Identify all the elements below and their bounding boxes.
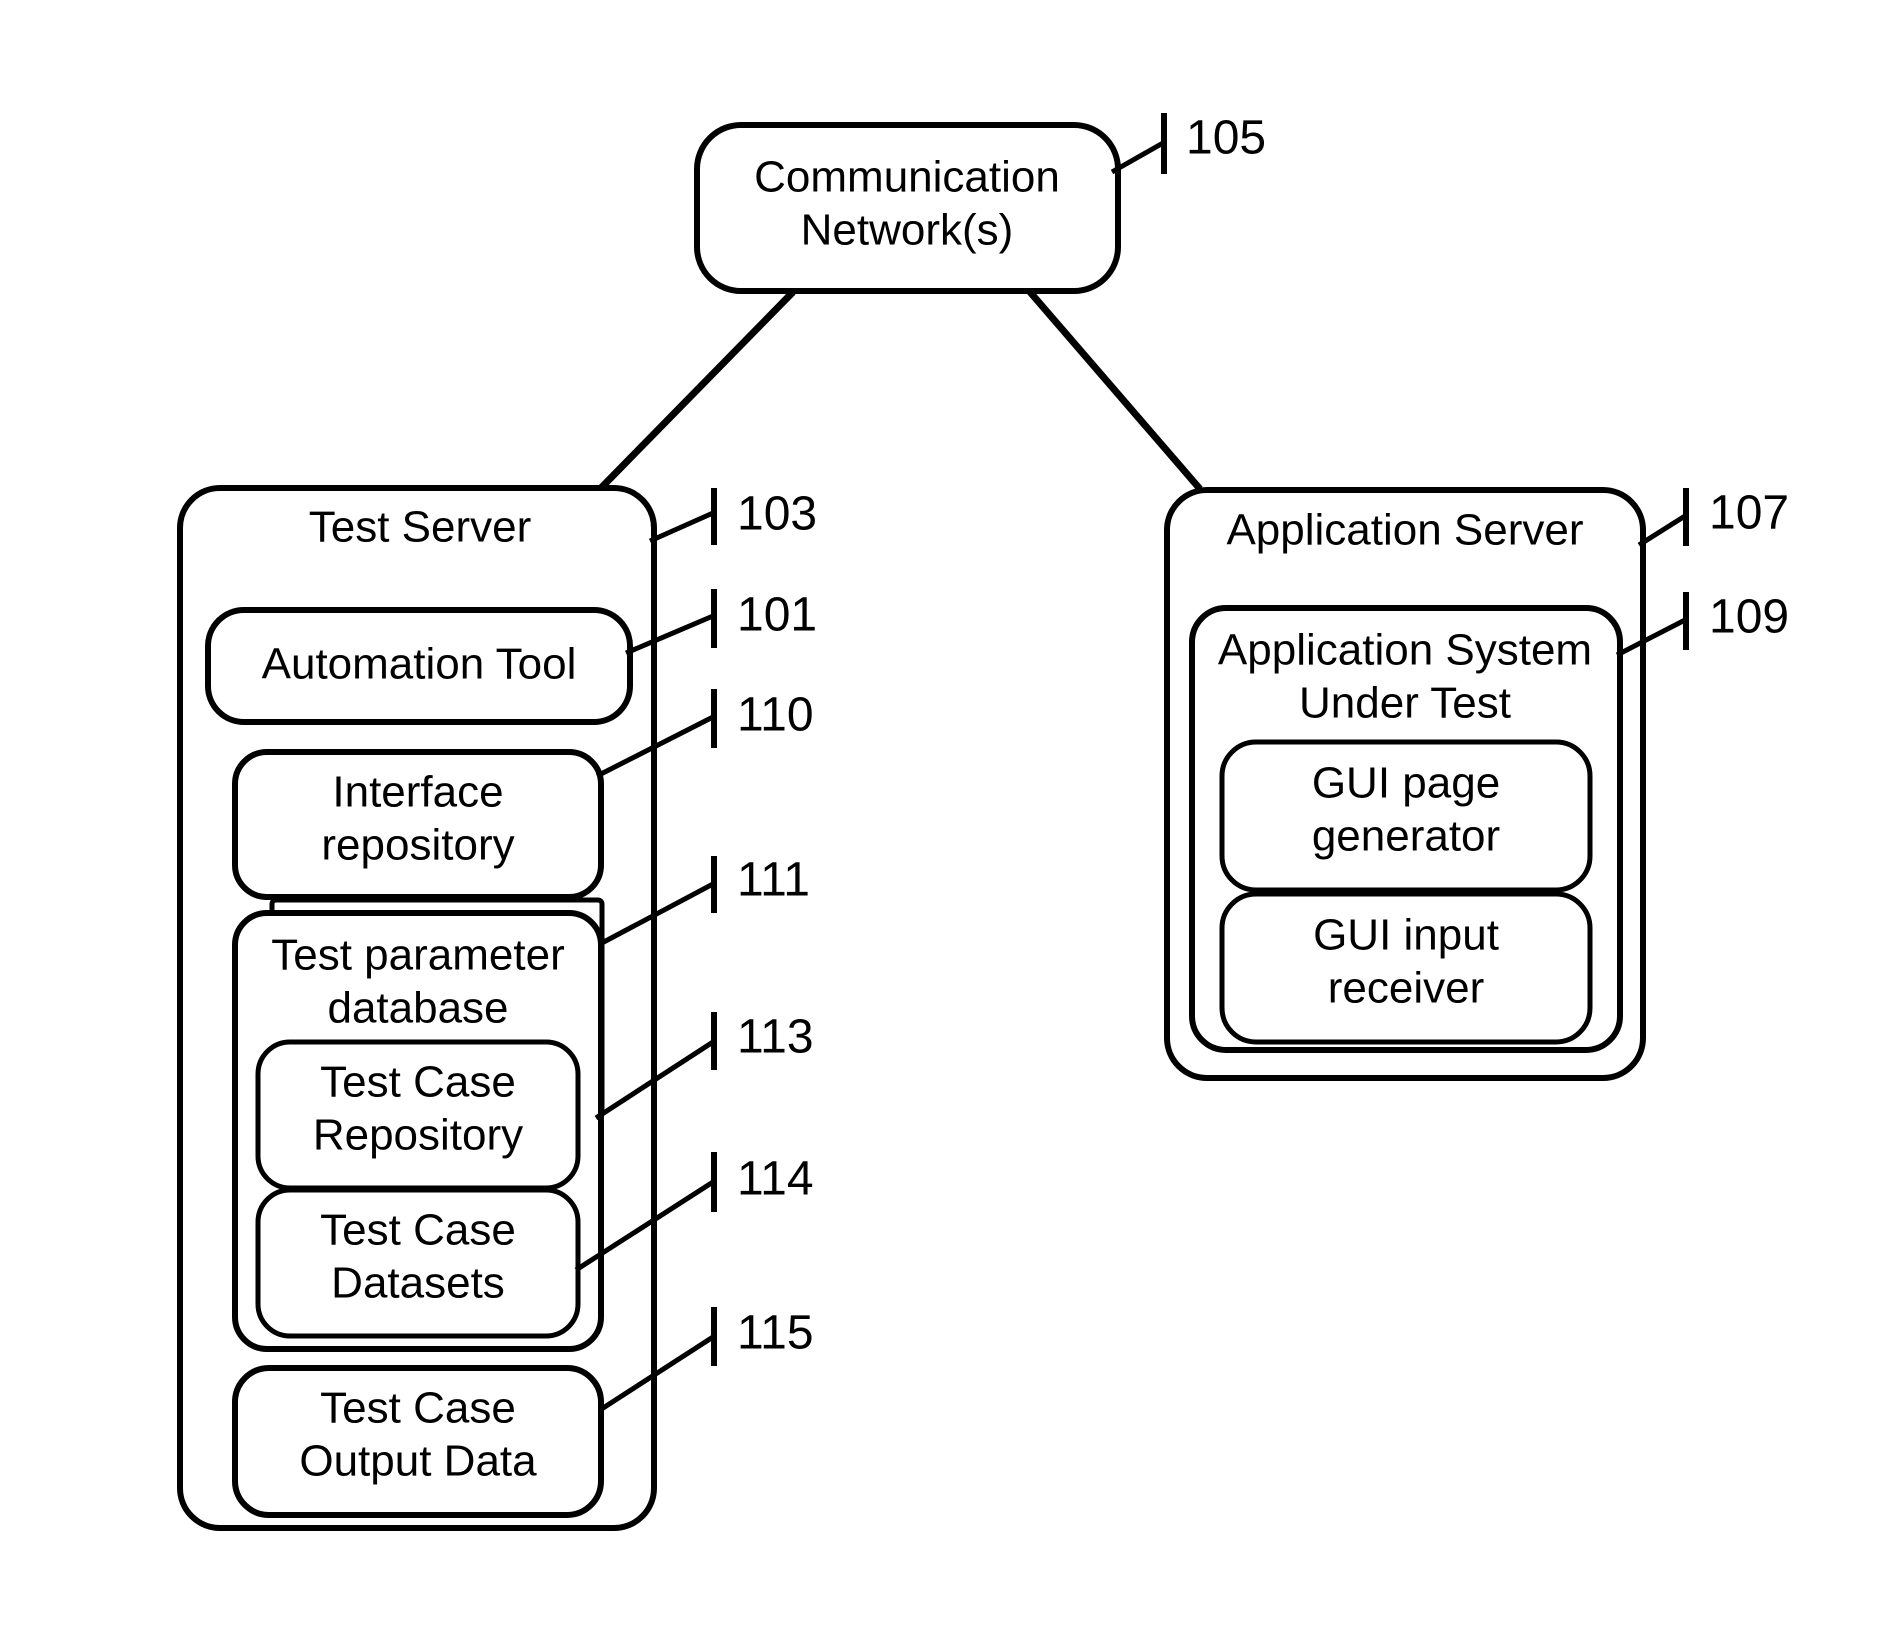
node-test-case-output-data[interactable]: Test Case Output Data [232,1365,604,1518]
reference-leader-105: 105 [1110,112,1266,175]
application-system-under-test-label-line1: Application System [1218,626,1592,675]
node-automation-tool[interactable]: Automation Tool [205,607,633,725]
link-network-to-test-server [597,289,796,492]
test-case-datasets-label-line2: Datasets [331,1259,505,1308]
reference-numeral-109: 109 [1709,591,1789,644]
gui-input-receiver-label-line2: receiver [1328,964,1485,1013]
application-server-label: Application Server [1226,506,1583,555]
reference-numeral-103: 103 [737,488,817,541]
reference-numeral-105: 105 [1186,112,1266,165]
interface-repository-label-line1: Interface [332,768,503,817]
reference-leader-107: 107 [1637,487,1789,548]
test-parameter-database-label-line2: database [327,984,508,1033]
gui-input-receiver-label-line1: GUI input [1313,911,1499,960]
node-interface-repository[interactable]: Interface repository [232,749,604,900]
test-parameter-database-label-line1: Test parameter [271,931,564,980]
reference-numeral-113: 113 [737,1011,814,1064]
node-communication-network[interactable]: Communication Network(s) [694,122,1121,294]
reference-numeral-107: 107 [1709,487,1789,540]
test-case-output-data-label-line2: Output Data [299,1437,537,1486]
node-application-system-under-test[interactable]: Application System Under Test GUI page g… [1189,605,1623,1053]
test-case-output-data-label-line1: Test Case [320,1384,516,1433]
gui-page-generator-label-line1: GUI page [1312,759,1500,808]
node-gui-input-receiver[interactable]: GUI input receiver [1219,891,1593,1045]
gui-page-generator-label-line2: generator [1312,812,1500,861]
figure-canvas: Communication Network(s) Test Server Aut… [0,0,1887,1628]
communication-network-label-line1: Communication [754,153,1060,202]
reference-numeral-110: 110 [737,689,814,742]
reference-leader-103: 103 [648,488,817,545]
test-case-repository-label-line2: Repository [313,1111,523,1160]
block-diagram: Communication Network(s) Test Server Aut… [0,0,1887,1628]
reference-numeral-114: 114 [737,1153,814,1206]
node-gui-page-generator[interactable]: GUI page generator [1219,739,1593,893]
test-case-repository-label-line1: Test Case [320,1058,516,1107]
node-test-parameter-database[interactable]: Test parameter database Test Case Reposi… [232,897,605,1352]
test-server-label: Test Server [309,503,532,552]
reference-numeral-111: 111 [737,854,810,907]
automation-tool-label: Automation Tool [262,640,577,689]
leader-line-103 [648,510,715,544]
communication-network-label-line2: Network(s) [801,206,1014,255]
reference-numeral-101: 101 [737,589,817,642]
reference-numeral-115: 115 [737,1307,814,1360]
link-network-to-application-server [1027,289,1203,492]
test-case-datasets-label-line1: Test Case [320,1206,516,1255]
interface-repository-label-line2: repository [321,821,514,870]
node-test-case-repository[interactable]: Test Case Repository [255,1039,581,1191]
application-system-under-test-label-line2: Under Test [1299,679,1511,728]
connector-group [597,289,1203,492]
node-test-case-datasets[interactable]: Test Case Datasets [255,1187,581,1339]
